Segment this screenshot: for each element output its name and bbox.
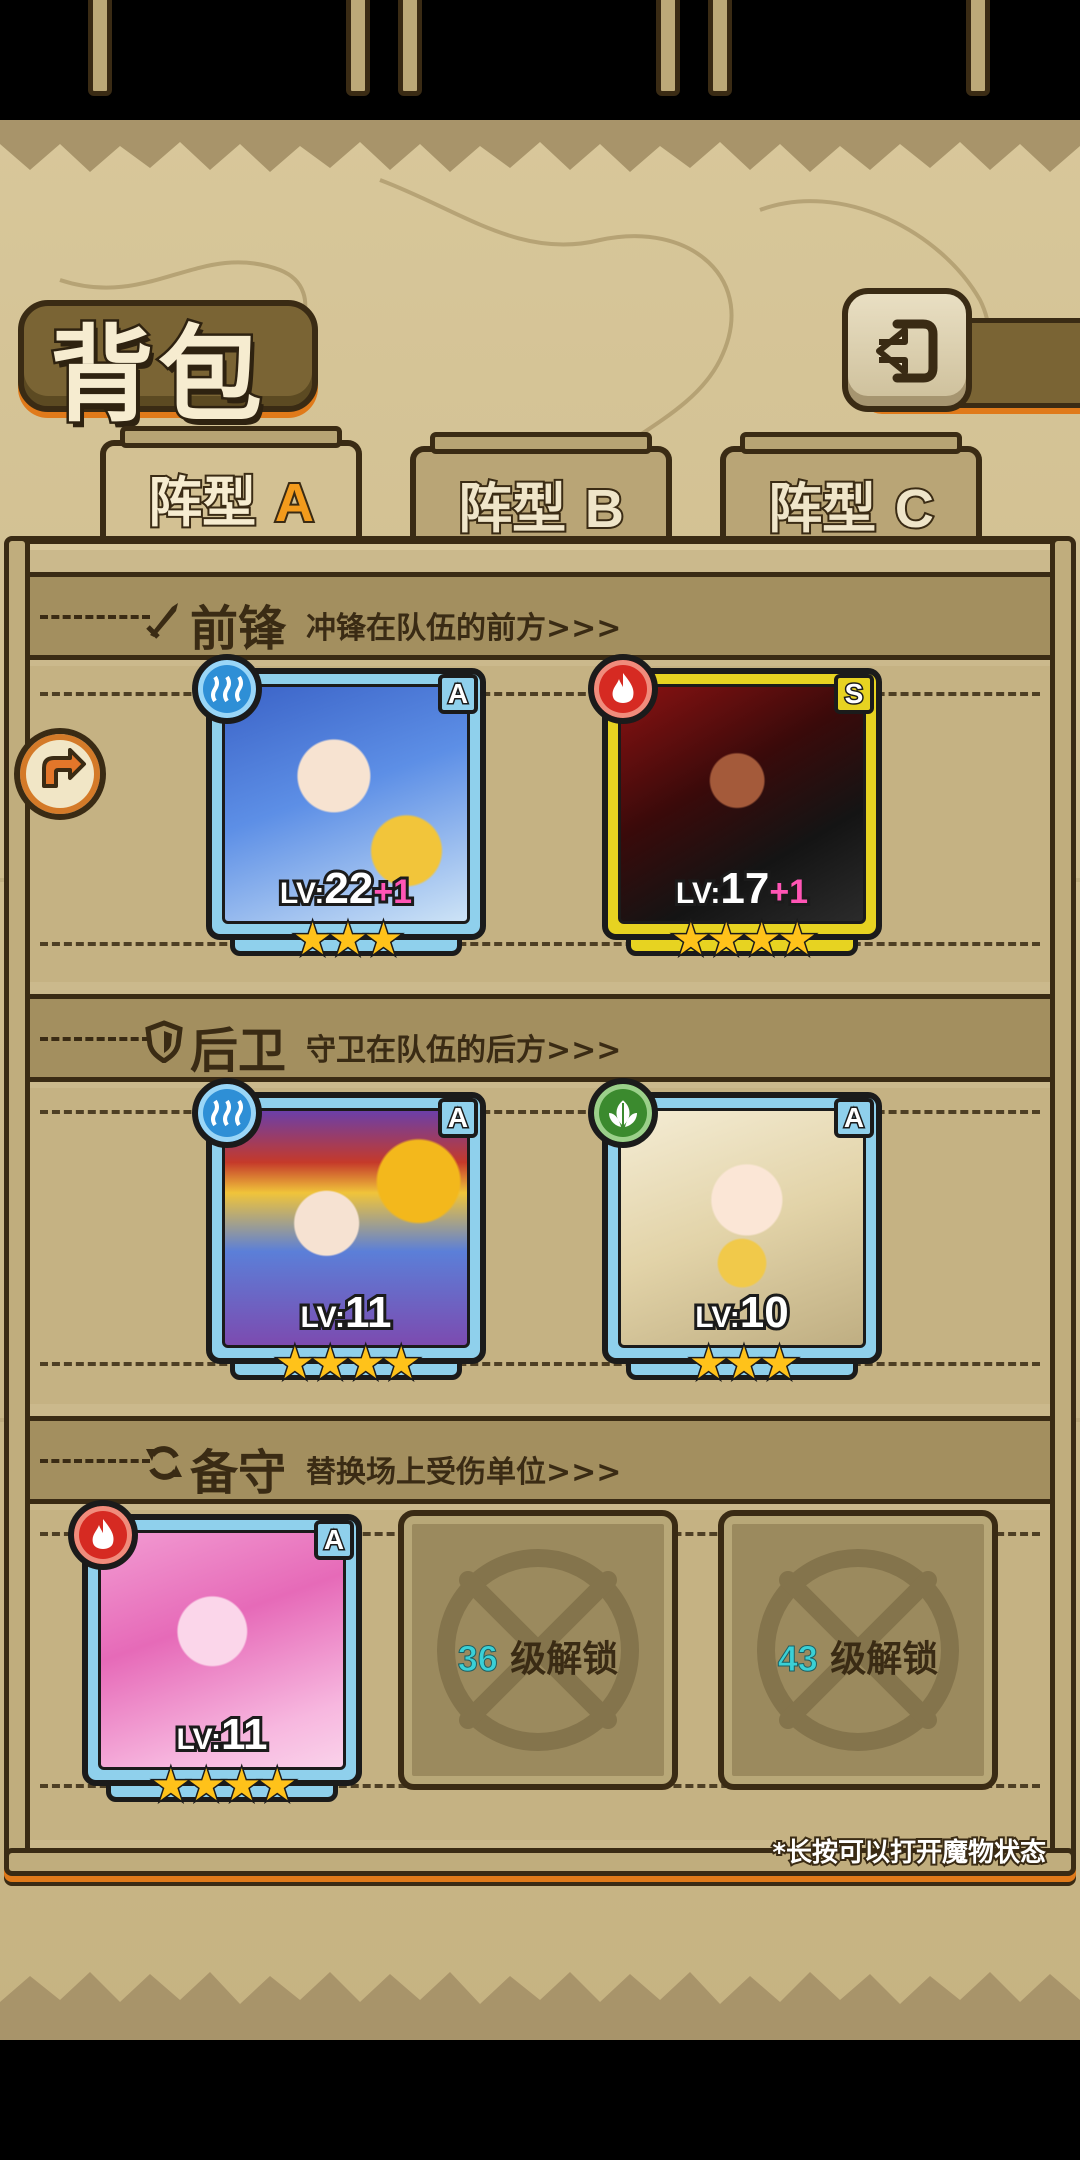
section-title: 后卫: [190, 1023, 287, 1079]
torn-edge-top: [0, 120, 1080, 172]
shield-icon: [145, 1020, 183, 1063]
divider: [40, 1110, 1040, 1114]
tab-post: [398, 0, 422, 96]
tab-post: [708, 0, 732, 96]
divider: [40, 1459, 150, 1463]
water-element-icon: [192, 1078, 262, 1148]
tab-post: [656, 0, 680, 96]
rank-badge: A: [834, 1098, 874, 1138]
section-header-back: 后卫 守卫在队伍的后方>>>: [30, 994, 1050, 1082]
unlock-level-text: 36 级解锁: [457, 1638, 619, 1681]
locked-slot[interactable]: 36 级解锁: [398, 1510, 678, 1790]
wood-element-icon: [588, 1078, 658, 1148]
rank-badge: A: [438, 1098, 478, 1138]
panel-rail-right: [1050, 536, 1076, 1886]
swap-icon: [146, 1446, 182, 1480]
divider: [40, 692, 1040, 696]
hero-level: LV:11: [297, 1285, 394, 1340]
front-row: [30, 666, 1050, 982]
tab-post: [88, 0, 112, 96]
section-description: 冲锋在队伍的前方>>>: [306, 611, 622, 646]
tab-formation-b[interactable]: 阵型 B: [410, 432, 672, 546]
star-rating: ★★★★: [274, 1337, 423, 1391]
fire-element-icon: [68, 1500, 138, 1570]
star-rating: ★★★: [291, 913, 404, 967]
hero-level: LV:10: [692, 1285, 791, 1340]
divider: [40, 942, 1040, 946]
torn-edge-bottom: [0, 1972, 1080, 2040]
tab-label: 阵型 B: [456, 475, 626, 542]
hero-level: LV:11: [173, 1707, 270, 1762]
star-rating: ★★★: [687, 1337, 800, 1391]
unlock-level-text: 43 级解锁: [777, 1638, 939, 1681]
back-row: [30, 1088, 1050, 1404]
rank-badge: A: [438, 674, 478, 714]
back-button-group: [842, 288, 1080, 418]
tab-label: 阵型 A: [146, 469, 316, 536]
section-header-reserve: 备守 替换场上受伤单位>>>: [30, 1416, 1050, 1504]
section-header-front: 前锋 冲锋在队伍的前方>>>: [30, 572, 1050, 660]
divider: [40, 615, 150, 619]
section-description: 替换场上受伤单位>>>: [306, 1455, 622, 1490]
hero-level: LV:22+1: [277, 861, 415, 916]
divider: [40, 1362, 1040, 1366]
section-description: 守卫在队伍的后方>>>: [306, 1033, 622, 1068]
tab-cap: [430, 432, 652, 454]
rank-badge: S: [834, 674, 874, 714]
section-title: 备守: [190, 1445, 287, 1501]
sword-icon: [146, 603, 178, 639]
locked-slot[interactable]: 43 级解锁: [718, 1510, 998, 1790]
bottom-black-bar: [0, 2040, 1080, 2160]
star-rating: ★★★★: [150, 1759, 299, 1813]
hero-card[interactable]: A LV:22+1 ★★★: [192, 654, 486, 967]
page-title: 背包: [48, 311, 267, 439]
water-element-icon: [192, 654, 262, 724]
hero-card[interactable]: A LV:11 ★★★★: [192, 1078, 486, 1391]
divider: [40, 1037, 150, 1041]
fire-element-icon: [588, 654, 658, 724]
swap-side-button[interactable]: [14, 728, 106, 820]
tab-label: 阵型 C: [766, 475, 936, 542]
back-arrow-icon: [876, 319, 938, 383]
tab-post: [966, 0, 990, 96]
tab-formation-c[interactable]: 阵型 C: [720, 432, 982, 546]
tab-cap: [120, 426, 342, 448]
panel-rail-left: [4, 536, 30, 1886]
hero-level: LV:17+1: [673, 861, 811, 916]
hero-card[interactable]: A LV:11 ★★★★: [68, 1500, 362, 1813]
long-press-hint: *长按可以打开魔物状态: [770, 1836, 1048, 1870]
rank-badge: A: [314, 1520, 354, 1560]
star-rating: ★★★★: [670, 913, 819, 967]
swap-arrow-icon: [42, 748, 86, 788]
hero-card[interactable]: S LV:17+1 ★★★★: [588, 654, 882, 967]
hero-card[interactable]: A LV:10 ★★★: [588, 1078, 882, 1391]
top-black-bar: [0, 0, 1080, 120]
tab-post: [346, 0, 370, 96]
section-title: 前锋: [190, 601, 287, 657]
back-button[interactable]: [842, 288, 972, 412]
tab-cap: [740, 432, 962, 454]
